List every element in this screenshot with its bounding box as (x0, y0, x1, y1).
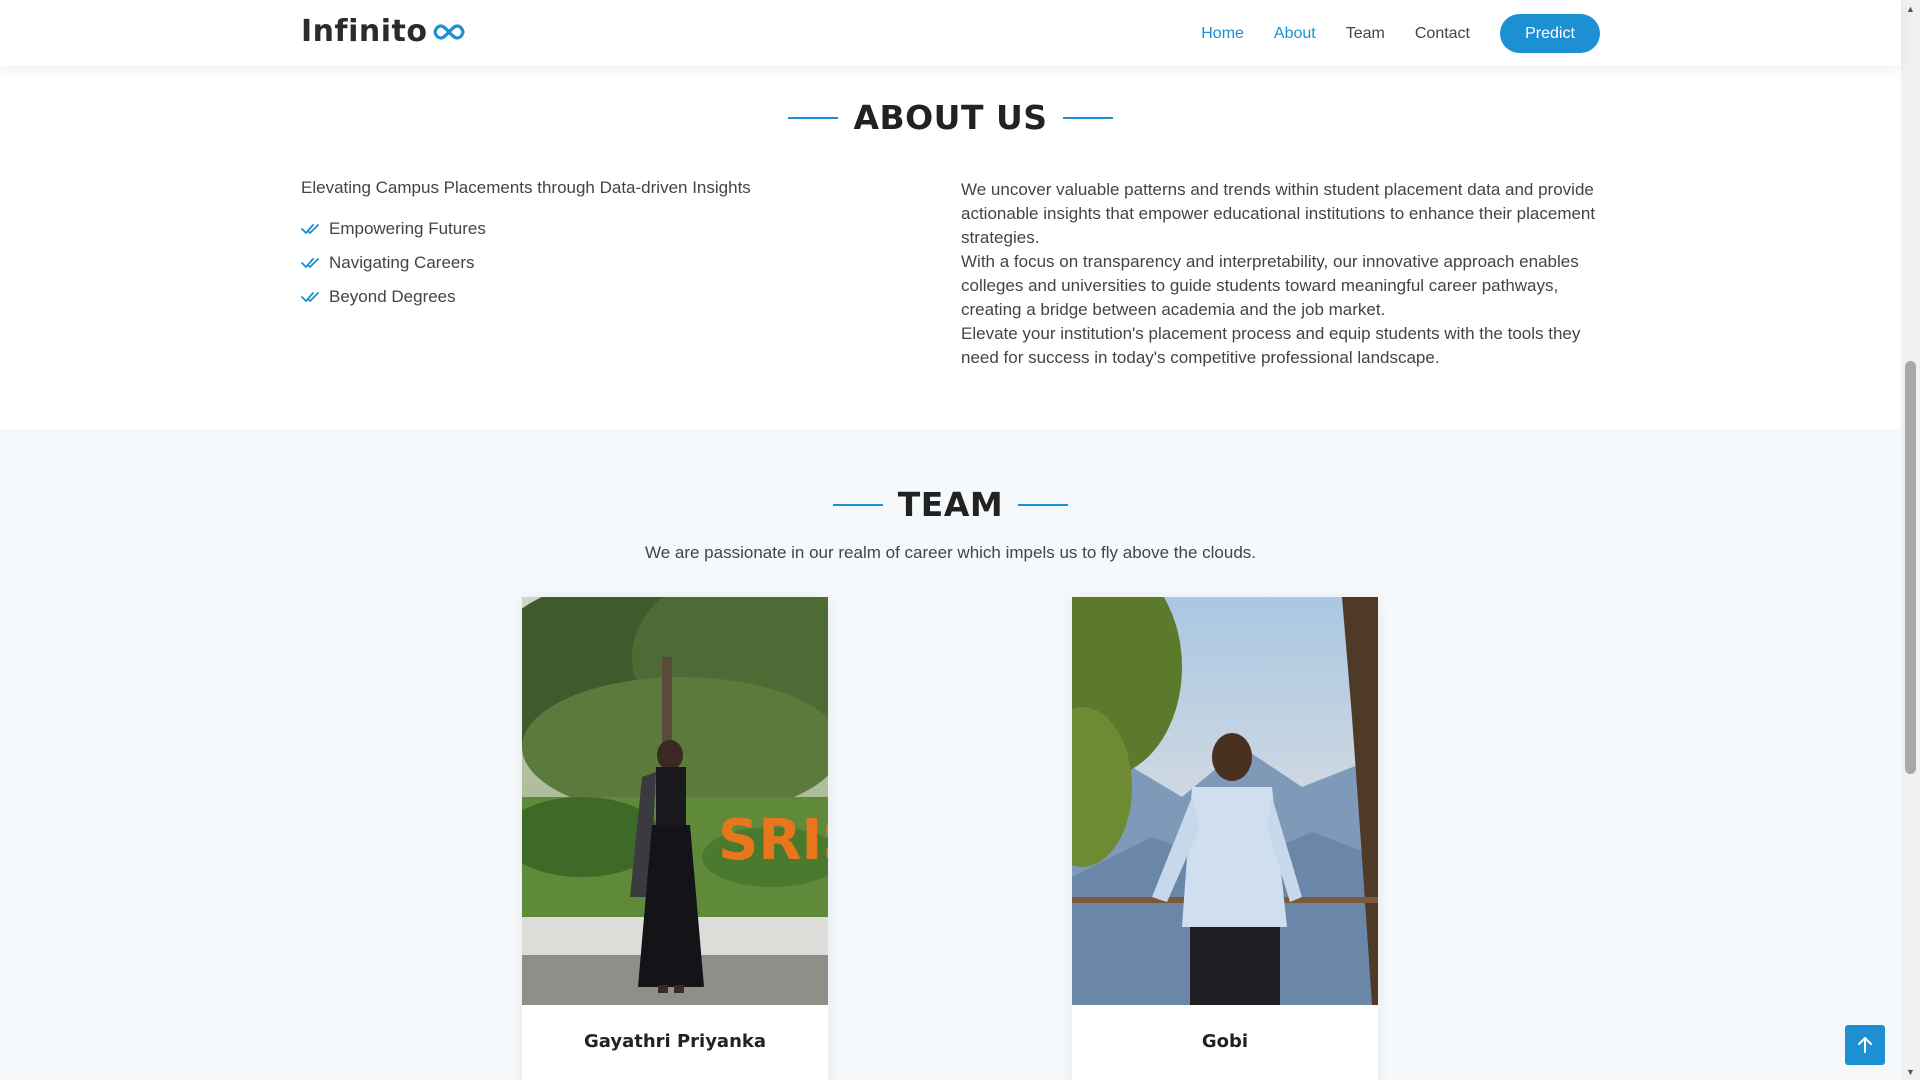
about-section-title: ABOUT US (0, 98, 1901, 137)
infinity-icon (433, 23, 466, 41)
feature-item: Beyond Degrees (301, 280, 901, 314)
title-line-left (832, 503, 883, 506)
member-photo (1072, 597, 1378, 1005)
scroll-up-arrow-icon[interactable]: ▲ (1901, 0, 1920, 17)
scroll-down-arrow-icon[interactable]: ▼ (1901, 1063, 1920, 1080)
back-to-top-button[interactable] (1845, 1025, 1885, 1065)
main-nav: Home About Team Contact Predict (1171, 14, 1600, 53)
team-member-card: Gobi (1072, 597, 1378, 1080)
arrow-up-icon (1858, 1037, 1872, 1053)
about-paragraph: We uncover valuable patterns and trends … (961, 180, 1596, 247)
title-line-right (1018, 503, 1069, 506)
feature-item: Empowering Futures (301, 212, 901, 246)
member-name: Gobi (1201, 1031, 1249, 1052)
about-description: We uncover valuable patterns and trends … (961, 178, 1601, 370)
feature-label: Navigating Careers (329, 253, 475, 272)
about-left-column: Elevating Campus Placements through Data… (301, 178, 901, 314)
about-intro: Elevating Campus Placements through Data… (301, 178, 751, 197)
feature-item: Navigating Careers (301, 246, 901, 280)
logo[interactable]: Infinito (301, 14, 466, 49)
about-paragraph: With a focus on transparency and interpr… (961, 252, 1579, 319)
member-photo: SRISH (522, 597, 828, 1005)
site-header: Infinito Home About Team Contact Predict (0, 0, 1901, 66)
member-name: Gayathri Priyanka (583, 1031, 767, 1052)
title-line-left (788, 116, 839, 119)
nav-home[interactable]: Home (1201, 25, 1244, 43)
nav-contact[interactable]: Contact (1415, 25, 1470, 43)
nav-about[interactable]: About (1274, 25, 1316, 43)
team-section-title: TEAM (0, 485, 1901, 524)
double-check-icon (301, 292, 319, 302)
about-title: ABOUT US (853, 98, 1048, 137)
predict-button[interactable]: Predict (1500, 14, 1600, 53)
logo-text: Infinito (301, 14, 428, 49)
team-subtitle: We are passionate in our realm of career… (644, 543, 1257, 562)
nav-team[interactable]: Team (1346, 25, 1385, 43)
page-scrollbar[interactable]: ▲ ▼ (1901, 0, 1920, 1080)
team-title: TEAM (897, 485, 1004, 524)
team-section (0, 429, 1901, 1080)
feature-label: Empowering Futures (329, 219, 486, 238)
svg-text:SRISH: SRISH (718, 808, 828, 873)
title-line-right (1062, 116, 1113, 119)
about-paragraph: Elevate your institution's placement pro… (961, 324, 1581, 367)
double-check-icon (301, 224, 319, 234)
feature-label: Beyond Degrees (329, 287, 456, 306)
team-member-card: SRISH Gayathri Priyanka (522, 597, 828, 1080)
scrollbar-thumb[interactable] (1905, 361, 1916, 774)
double-check-icon (301, 258, 319, 268)
